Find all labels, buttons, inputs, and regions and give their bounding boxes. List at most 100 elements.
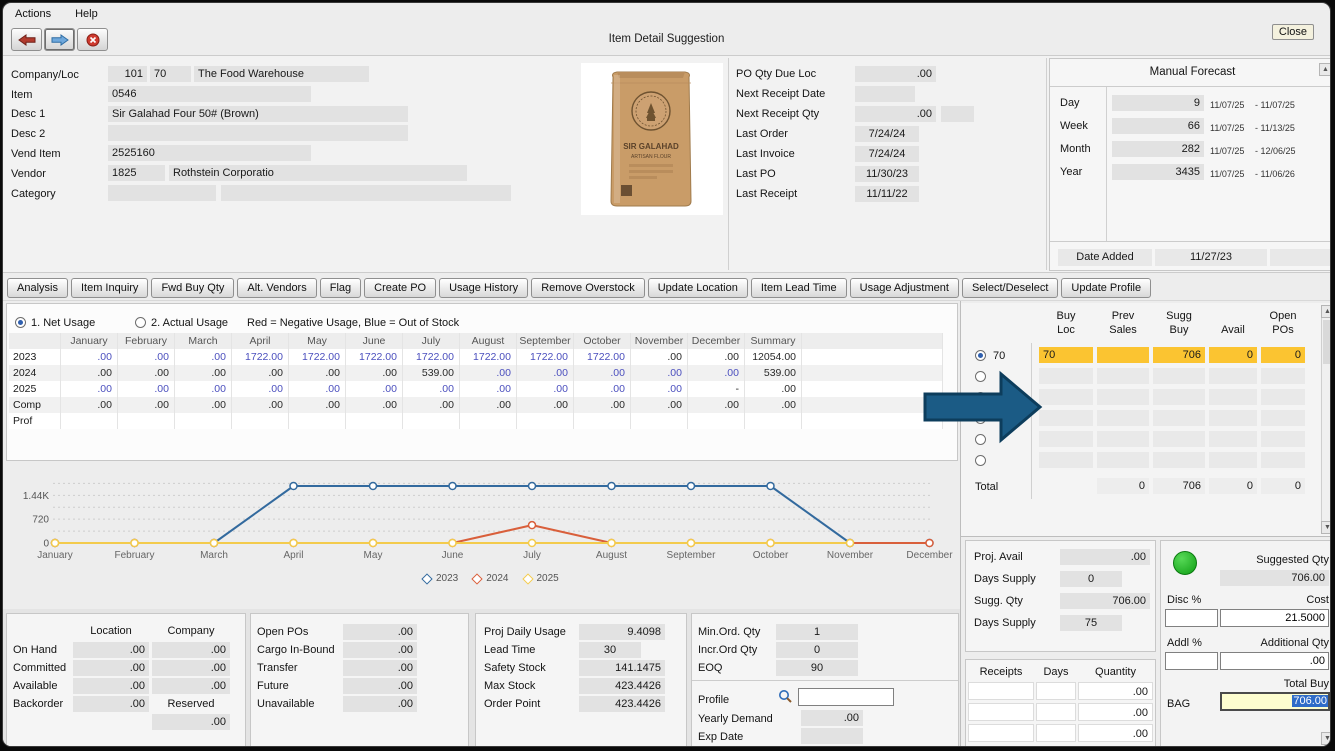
action-button-usage-adjustment[interactable]: Usage Adjustment bbox=[850, 278, 959, 298]
usage-cell: .00 bbox=[631, 381, 688, 397]
legend-marker-icon bbox=[421, 573, 432, 584]
buy-cell[interactable]: 0 bbox=[1209, 347, 1257, 363]
action-button-usage-history[interactable]: Usage History bbox=[439, 278, 528, 298]
usage-column-header: October bbox=[574, 333, 631, 349]
usage-cell: .00 bbox=[118, 365, 175, 381]
buy-cell[interactable] bbox=[1039, 389, 1093, 405]
po-info-field bbox=[855, 86, 915, 102]
net-usage-label[interactable]: 1. Net Usage bbox=[31, 316, 95, 330]
buy-cell[interactable] bbox=[1261, 389, 1305, 405]
forecast-to-date: - 11/13/25 bbox=[1255, 121, 1295, 135]
action-button-create-po[interactable]: Create PO bbox=[364, 278, 436, 298]
action-button-flag[interactable]: Flag bbox=[320, 278, 361, 298]
profile-input[interactable] bbox=[798, 688, 894, 706]
forecast-value-field: 282 bbox=[1112, 141, 1204, 157]
buy-cell[interactable] bbox=[1261, 452, 1305, 468]
stock-field: 423.4426 bbox=[579, 696, 665, 712]
scroll-down-icon[interactable]: ▼ bbox=[1321, 732, 1331, 745]
buy-cell[interactable] bbox=[1153, 431, 1205, 447]
yearly-demand-label: Yearly Demand bbox=[698, 712, 773, 726]
net-usage-radio[interactable] bbox=[15, 317, 26, 328]
ordering-field: 90 bbox=[776, 660, 858, 676]
usage-cell: .00 bbox=[517, 397, 574, 413]
buy-cell[interactable] bbox=[1097, 452, 1149, 468]
buy-cell[interactable] bbox=[1039, 452, 1093, 468]
receipts-column-header: Days bbox=[1036, 665, 1076, 679]
usage-cell-empty bbox=[403, 413, 460, 429]
menu-help[interactable]: Help bbox=[75, 8, 98, 20]
usage-cell: .00 bbox=[517, 381, 574, 397]
svg-text:0: 0 bbox=[43, 539, 49, 550]
buy-column-header: Avail bbox=[1209, 323, 1257, 337]
usage-cell: .00 bbox=[745, 397, 802, 413]
action-button-fwd-buy-qty[interactable]: Fwd Buy Qty bbox=[151, 278, 234, 298]
addl-input[interactable] bbox=[1165, 652, 1218, 670]
search-icon[interactable] bbox=[778, 689, 793, 704]
buy-cell[interactable] bbox=[1039, 431, 1093, 447]
item-label: Item bbox=[11, 88, 32, 102]
buy-cell[interactable] bbox=[1209, 431, 1257, 447]
action-button-update-location[interactable]: Update Location bbox=[648, 278, 748, 298]
buy-location-radio-label[interactable]: 70 bbox=[993, 349, 1005, 363]
action-button-update-profile[interactable]: Update Profile bbox=[1061, 278, 1151, 298]
action-button-remove-overstock[interactable]: Remove Overstock bbox=[531, 278, 645, 298]
menu-actions[interactable]: Actions bbox=[15, 8, 51, 20]
buy-cell[interactable] bbox=[1261, 431, 1305, 447]
cost-input[interactable]: 21.5000 bbox=[1220, 609, 1329, 627]
disc-input[interactable] bbox=[1165, 609, 1218, 627]
po-info-label: Last PO bbox=[736, 167, 776, 181]
buy-cell[interactable] bbox=[1039, 368, 1093, 384]
receipts-cell bbox=[968, 724, 1034, 742]
actual-usage-label[interactable]: 2. Actual Usage bbox=[151, 316, 228, 330]
buy-cell[interactable] bbox=[1153, 389, 1205, 405]
inventory-location-field: .00 bbox=[73, 678, 149, 694]
forecast-value-field: 3435 bbox=[1112, 164, 1204, 180]
buy-cell[interactable] bbox=[1153, 452, 1205, 468]
buy-location-radio[interactable] bbox=[975, 350, 986, 361]
buy-cell[interactable]: 70 bbox=[1039, 347, 1093, 363]
buy-cell[interactable] bbox=[1097, 368, 1149, 384]
usage-row-label: Comp bbox=[9, 397, 61, 413]
buy-cell[interactable]: 706 bbox=[1153, 347, 1205, 363]
usage-cell: .00 bbox=[460, 365, 517, 381]
po-info-field: .00 bbox=[855, 66, 936, 82]
buy-cell[interactable] bbox=[1209, 452, 1257, 468]
vendor-code-field: 1825 bbox=[108, 165, 165, 181]
buy-cell[interactable] bbox=[1209, 410, 1257, 426]
scroll-up-icon[interactable]: ▲ bbox=[1321, 305, 1331, 318]
buy-cell[interactable] bbox=[1097, 410, 1149, 426]
usage-cell: 1722.00 bbox=[403, 349, 460, 365]
usage-cell: .00 bbox=[631, 397, 688, 413]
highlight-arrow-icon bbox=[921, 369, 1045, 445]
buy-cell[interactable] bbox=[1097, 431, 1149, 447]
buy-cell[interactable] bbox=[1153, 410, 1205, 426]
usage-cell: .00 bbox=[61, 381, 118, 397]
total-buy-input[interactable]: 706.00 bbox=[1220, 692, 1330, 711]
action-button-item-lead-time[interactable]: Item Lead Time bbox=[751, 278, 847, 298]
buy-cell[interactable] bbox=[1261, 368, 1305, 384]
scroll-up-icon[interactable]: ▲ bbox=[1319, 63, 1331, 76]
action-button-item-inquiry[interactable]: Item Inquiry bbox=[71, 278, 148, 298]
buy-cell[interactable]: 0 bbox=[1261, 347, 1305, 363]
buy-cell[interactable] bbox=[1097, 347, 1149, 363]
usage-cell: .00 bbox=[118, 381, 175, 397]
action-button-analysis[interactable]: Analysis bbox=[7, 278, 68, 298]
action-button-select-deselect[interactable]: Select/Deselect bbox=[962, 278, 1058, 298]
buy-cell[interactable] bbox=[1209, 389, 1257, 405]
buy-location-radio[interactable] bbox=[975, 455, 986, 466]
action-button-alt-vendors[interactable]: Alt. Vendors bbox=[237, 278, 316, 298]
buy-cell[interactable] bbox=[1261, 410, 1305, 426]
stock-label: Max Stock bbox=[484, 679, 535, 693]
buy-cell[interactable] bbox=[1209, 368, 1257, 384]
svg-text:ARTISAN FLOUR: ARTISAN FLOUR bbox=[631, 154, 671, 160]
buy-cell[interactable] bbox=[1039, 410, 1093, 426]
legend-label: 2024 bbox=[486, 573, 508, 584]
scrollbar-thumb[interactable] bbox=[1323, 320, 1331, 364]
buy-cell[interactable] bbox=[1153, 368, 1205, 384]
scroll-down-icon[interactable]: ▼ bbox=[1321, 521, 1331, 534]
buy-cell[interactable] bbox=[1097, 389, 1149, 405]
close-button[interactable]: Close bbox=[1272, 24, 1314, 40]
actual-usage-radio[interactable] bbox=[135, 317, 146, 328]
additional-qty-input[interactable]: .00 bbox=[1220, 652, 1329, 670]
inventory-row-label: Backorder bbox=[13, 697, 63, 711]
